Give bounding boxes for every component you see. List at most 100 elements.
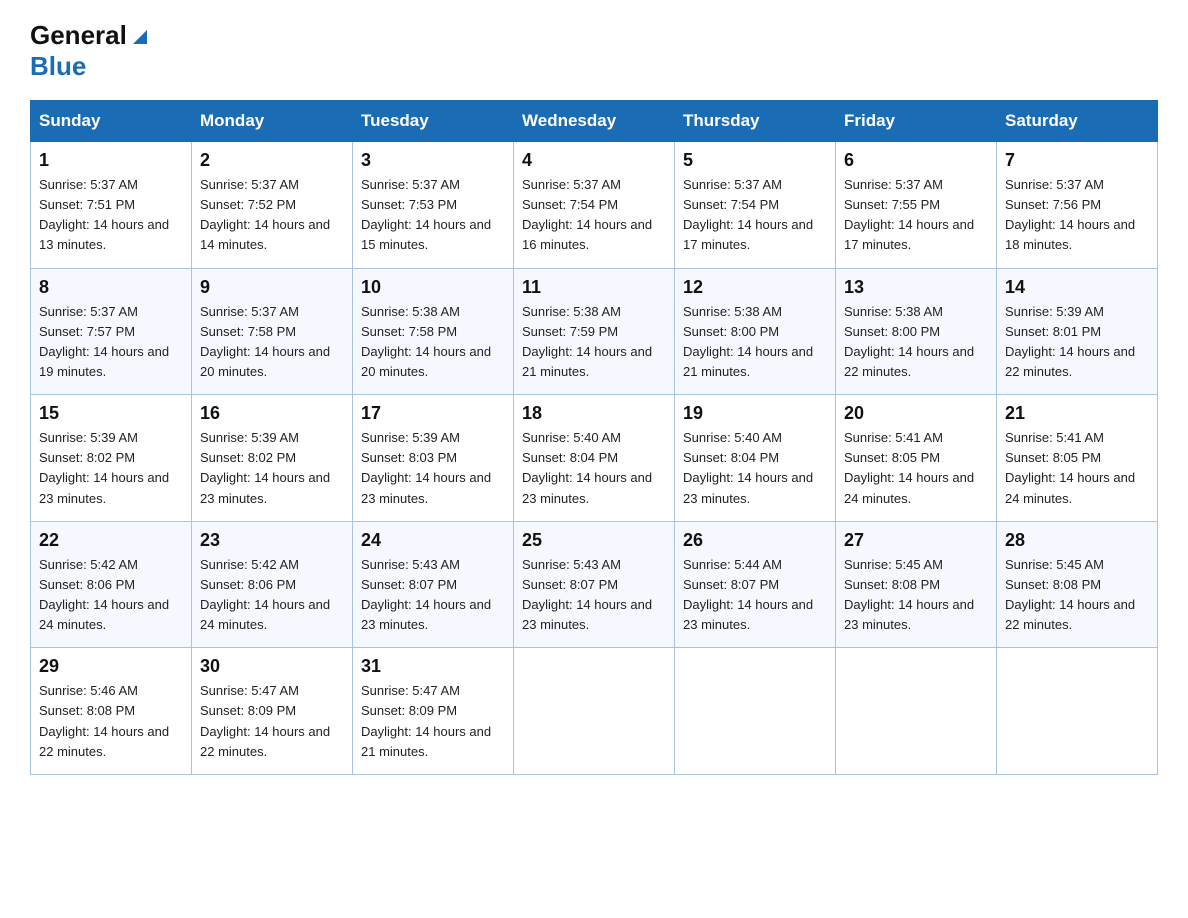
day-number: 25: [522, 530, 666, 551]
calendar-cell: [514, 648, 675, 775]
day-number: 11: [522, 277, 666, 298]
calendar-cell: 29 Sunrise: 5:46 AM Sunset: 8:08 PM Dayl…: [31, 648, 192, 775]
page-header: General Blue: [30, 20, 1158, 82]
day-info: Sunrise: 5:40 AM Sunset: 8:04 PM Dayligh…: [522, 428, 666, 509]
calendar-cell: [997, 648, 1158, 775]
day-info: Sunrise: 5:42 AM Sunset: 8:06 PM Dayligh…: [39, 555, 183, 636]
header-friday: Friday: [836, 101, 997, 142]
day-number: 31: [361, 656, 505, 677]
day-info: Sunrise: 5:44 AM Sunset: 8:07 PM Dayligh…: [683, 555, 827, 636]
calendar-header-row: SundayMondayTuesdayWednesdayThursdayFrid…: [31, 101, 1158, 142]
day-info: Sunrise: 5:37 AM Sunset: 7:53 PM Dayligh…: [361, 175, 505, 256]
day-number: 15: [39, 403, 183, 424]
day-number: 20: [844, 403, 988, 424]
day-info: Sunrise: 5:37 AM Sunset: 7:54 PM Dayligh…: [683, 175, 827, 256]
calendar-cell: 25 Sunrise: 5:43 AM Sunset: 8:07 PM Dayl…: [514, 521, 675, 648]
calendar-cell: 9 Sunrise: 5:37 AM Sunset: 7:58 PM Dayli…: [192, 268, 353, 395]
day-info: Sunrise: 5:40 AM Sunset: 8:04 PM Dayligh…: [683, 428, 827, 509]
day-info: Sunrise: 5:37 AM Sunset: 7:56 PM Dayligh…: [1005, 175, 1149, 256]
calendar-cell: 11 Sunrise: 5:38 AM Sunset: 7:59 PM Dayl…: [514, 268, 675, 395]
day-info: Sunrise: 5:38 AM Sunset: 8:00 PM Dayligh…: [844, 302, 988, 383]
logo: General Blue: [30, 20, 151, 82]
day-number: 22: [39, 530, 183, 551]
day-number: 28: [1005, 530, 1149, 551]
calendar-cell: 3 Sunrise: 5:37 AM Sunset: 7:53 PM Dayli…: [353, 142, 514, 269]
day-info: Sunrise: 5:47 AM Sunset: 8:09 PM Dayligh…: [200, 681, 344, 762]
day-info: Sunrise: 5:39 AM Sunset: 8:02 PM Dayligh…: [39, 428, 183, 509]
day-info: Sunrise: 5:42 AM Sunset: 8:06 PM Dayligh…: [200, 555, 344, 636]
day-info: Sunrise: 5:46 AM Sunset: 8:08 PM Dayligh…: [39, 681, 183, 762]
day-number: 21: [1005, 403, 1149, 424]
day-number: 3: [361, 150, 505, 171]
calendar-cell: 22 Sunrise: 5:42 AM Sunset: 8:06 PM Dayl…: [31, 521, 192, 648]
header-saturday: Saturday: [997, 101, 1158, 142]
day-info: Sunrise: 5:43 AM Sunset: 8:07 PM Dayligh…: [361, 555, 505, 636]
calendar-week-row: 22 Sunrise: 5:42 AM Sunset: 8:06 PM Dayl…: [31, 521, 1158, 648]
calendar-cell: 15 Sunrise: 5:39 AM Sunset: 8:02 PM Dayl…: [31, 395, 192, 522]
calendar-week-row: 29 Sunrise: 5:46 AM Sunset: 8:08 PM Dayl…: [31, 648, 1158, 775]
logo-icon: [129, 26, 151, 48]
day-info: Sunrise: 5:38 AM Sunset: 8:00 PM Dayligh…: [683, 302, 827, 383]
header-wednesday: Wednesday: [514, 101, 675, 142]
calendar-cell: 23 Sunrise: 5:42 AM Sunset: 8:06 PM Dayl…: [192, 521, 353, 648]
day-number: 7: [1005, 150, 1149, 171]
day-number: 16: [200, 403, 344, 424]
calendar-cell: 5 Sunrise: 5:37 AM Sunset: 7:54 PM Dayli…: [675, 142, 836, 269]
calendar-cell: 10 Sunrise: 5:38 AM Sunset: 7:58 PM Dayl…: [353, 268, 514, 395]
day-info: Sunrise: 5:41 AM Sunset: 8:05 PM Dayligh…: [1005, 428, 1149, 509]
day-info: Sunrise: 5:39 AM Sunset: 8:03 PM Dayligh…: [361, 428, 505, 509]
day-info: Sunrise: 5:43 AM Sunset: 8:07 PM Dayligh…: [522, 555, 666, 636]
calendar-cell: 21 Sunrise: 5:41 AM Sunset: 8:05 PM Dayl…: [997, 395, 1158, 522]
calendar-week-row: 1 Sunrise: 5:37 AM Sunset: 7:51 PM Dayli…: [31, 142, 1158, 269]
day-number: 29: [39, 656, 183, 677]
day-info: Sunrise: 5:45 AM Sunset: 8:08 PM Dayligh…: [844, 555, 988, 636]
day-info: Sunrise: 5:37 AM Sunset: 7:52 PM Dayligh…: [200, 175, 344, 256]
calendar-cell: 4 Sunrise: 5:37 AM Sunset: 7:54 PM Dayli…: [514, 142, 675, 269]
calendar-cell: 7 Sunrise: 5:37 AM Sunset: 7:56 PM Dayli…: [997, 142, 1158, 269]
day-info: Sunrise: 5:38 AM Sunset: 7:59 PM Dayligh…: [522, 302, 666, 383]
day-info: Sunrise: 5:47 AM Sunset: 8:09 PM Dayligh…: [361, 681, 505, 762]
calendar-cell: 20 Sunrise: 5:41 AM Sunset: 8:05 PM Dayl…: [836, 395, 997, 522]
day-number: 9: [200, 277, 344, 298]
calendar-cell: 1 Sunrise: 5:37 AM Sunset: 7:51 PM Dayli…: [31, 142, 192, 269]
day-number: 23: [200, 530, 344, 551]
day-info: Sunrise: 5:39 AM Sunset: 8:01 PM Dayligh…: [1005, 302, 1149, 383]
calendar-cell: 27 Sunrise: 5:45 AM Sunset: 8:08 PM Dayl…: [836, 521, 997, 648]
day-number: 1: [39, 150, 183, 171]
day-number: 10: [361, 277, 505, 298]
day-number: 24: [361, 530, 505, 551]
day-info: Sunrise: 5:41 AM Sunset: 8:05 PM Dayligh…: [844, 428, 988, 509]
day-info: Sunrise: 5:37 AM Sunset: 7:57 PM Dayligh…: [39, 302, 183, 383]
day-number: 5: [683, 150, 827, 171]
calendar-cell: 18 Sunrise: 5:40 AM Sunset: 8:04 PM Dayl…: [514, 395, 675, 522]
day-number: 17: [361, 403, 505, 424]
day-info: Sunrise: 5:37 AM Sunset: 7:54 PM Dayligh…: [522, 175, 666, 256]
header-monday: Monday: [192, 101, 353, 142]
day-number: 13: [844, 277, 988, 298]
calendar-cell: 19 Sunrise: 5:40 AM Sunset: 8:04 PM Dayl…: [675, 395, 836, 522]
logo-blue: Blue: [30, 51, 86, 81]
day-number: 6: [844, 150, 988, 171]
day-number: 27: [844, 530, 988, 551]
day-number: 14: [1005, 277, 1149, 298]
calendar-cell: 28 Sunrise: 5:45 AM Sunset: 8:08 PM Dayl…: [997, 521, 1158, 648]
day-info: Sunrise: 5:37 AM Sunset: 7:51 PM Dayligh…: [39, 175, 183, 256]
header-thursday: Thursday: [675, 101, 836, 142]
calendar-cell: 13 Sunrise: 5:38 AM Sunset: 8:00 PM Dayl…: [836, 268, 997, 395]
day-number: 26: [683, 530, 827, 551]
day-info: Sunrise: 5:45 AM Sunset: 8:08 PM Dayligh…: [1005, 555, 1149, 636]
calendar-cell: 6 Sunrise: 5:37 AM Sunset: 7:55 PM Dayli…: [836, 142, 997, 269]
day-number: 30: [200, 656, 344, 677]
day-info: Sunrise: 5:38 AM Sunset: 7:58 PM Dayligh…: [361, 302, 505, 383]
day-number: 19: [683, 403, 827, 424]
calendar-cell: 30 Sunrise: 5:47 AM Sunset: 8:09 PM Dayl…: [192, 648, 353, 775]
day-info: Sunrise: 5:37 AM Sunset: 7:55 PM Dayligh…: [844, 175, 988, 256]
day-number: 8: [39, 277, 183, 298]
day-info: Sunrise: 5:37 AM Sunset: 7:58 PM Dayligh…: [200, 302, 344, 383]
day-info: Sunrise: 5:39 AM Sunset: 8:02 PM Dayligh…: [200, 428, 344, 509]
calendar-week-row: 8 Sunrise: 5:37 AM Sunset: 7:57 PM Dayli…: [31, 268, 1158, 395]
calendar-cell: 17 Sunrise: 5:39 AM Sunset: 8:03 PM Dayl…: [353, 395, 514, 522]
calendar-cell: [836, 648, 997, 775]
calendar-week-row: 15 Sunrise: 5:39 AM Sunset: 8:02 PM Dayl…: [31, 395, 1158, 522]
calendar-cell: 16 Sunrise: 5:39 AM Sunset: 8:02 PM Dayl…: [192, 395, 353, 522]
